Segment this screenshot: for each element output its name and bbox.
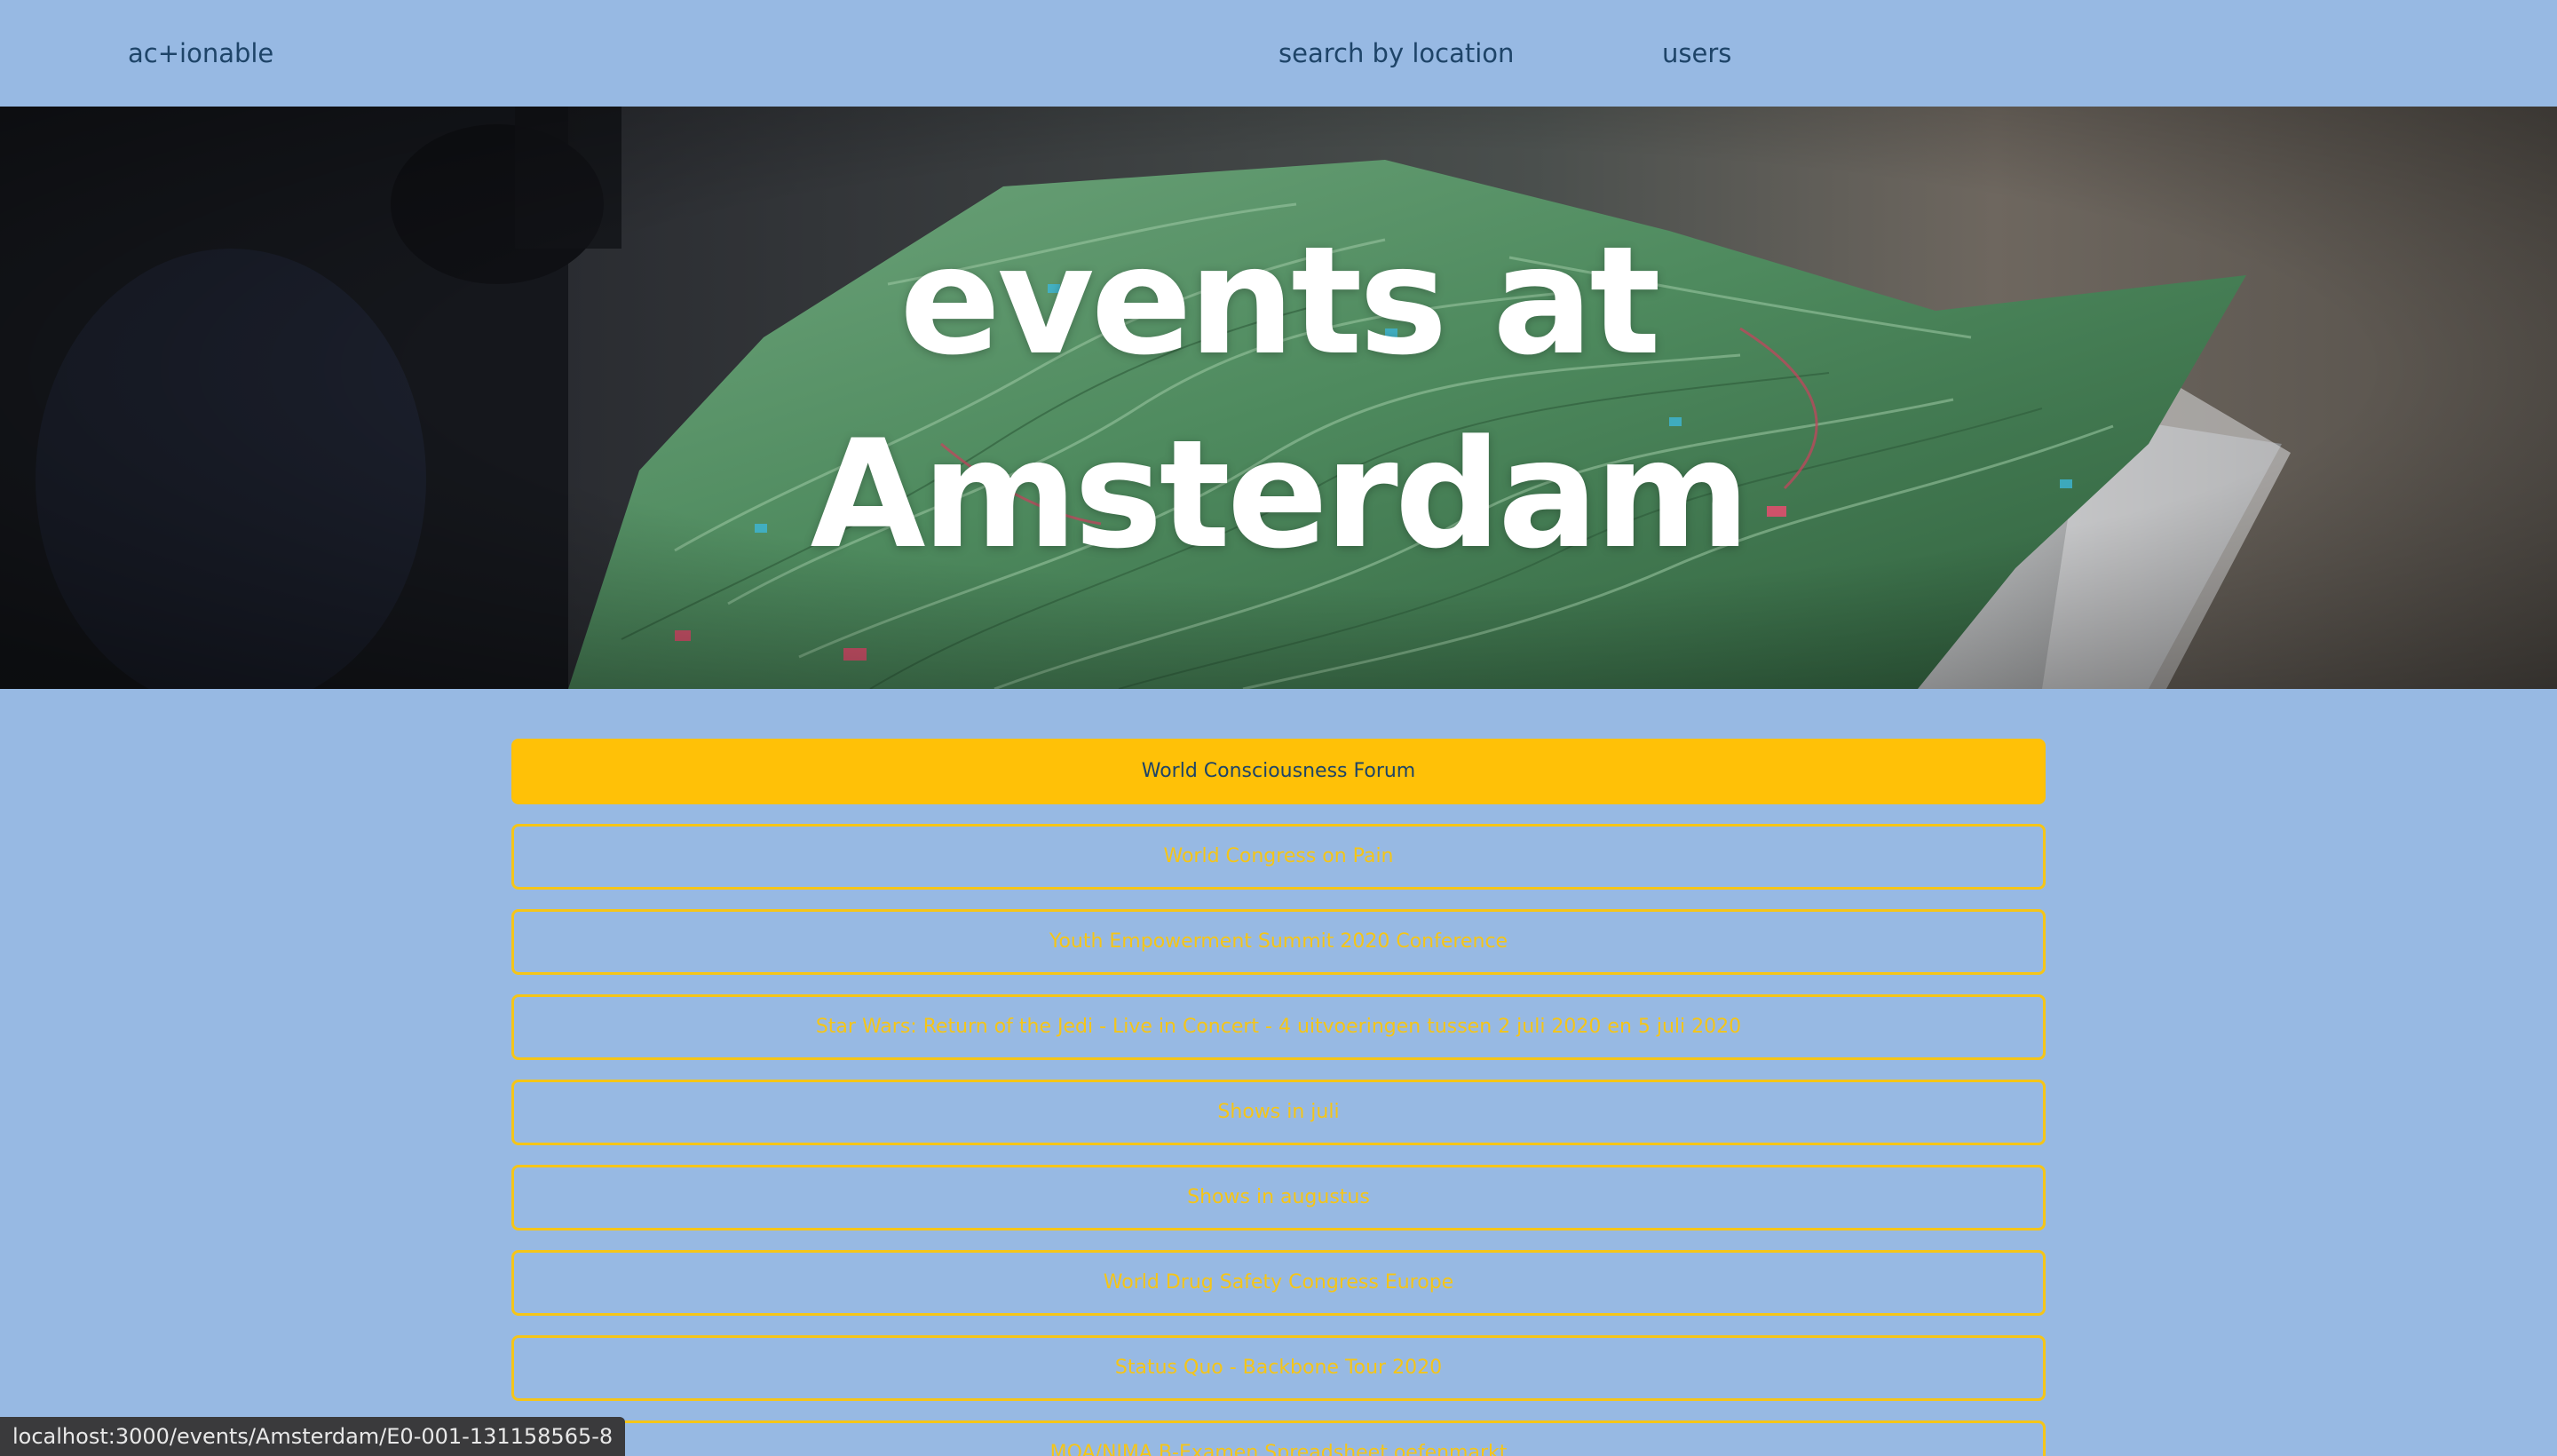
event-button[interactable]: Shows in augustus bbox=[511, 1165, 2046, 1230]
top-navbar: ac+ionable search by location users bbox=[0, 0, 2557, 107]
event-button[interactable]: World Drug Safety Congress Europe bbox=[511, 1250, 2046, 1316]
title-line-1: events at bbox=[899, 214, 1660, 388]
event-button[interactable]: MOA/NIMA B-Examen Spreadsheet oefenmarkt bbox=[511, 1420, 2046, 1456]
nav-search-by-location[interactable]: search by location bbox=[1278, 32, 1514, 75]
event-button[interactable]: World Congress on Pain bbox=[511, 824, 2046, 890]
title-line-2: Amsterdam bbox=[810, 408, 1751, 582]
nav-users[interactable]: users bbox=[1662, 32, 1731, 75]
events-list: World Consciousness Forum World Congress… bbox=[511, 739, 2046, 1456]
event-button[interactable]: Shows in juli bbox=[511, 1080, 2046, 1145]
event-button[interactable]: Status Quo - Backbone Tour 2020 bbox=[511, 1335, 2046, 1401]
event-button[interactable]: Star Wars: Return of the Jedi - Live in … bbox=[511, 994, 2046, 1060]
event-button[interactable]: World Consciousness Forum bbox=[511, 739, 2046, 804]
page-title: events at Amsterdam bbox=[0, 204, 2557, 591]
brand-link[interactable]: ac+ionable bbox=[128, 32, 273, 75]
event-button[interactable]: Youth Empowerment Summit 2020 Conference bbox=[511, 909, 2046, 975]
hero-banner: events at Amsterdam bbox=[0, 107, 2557, 689]
link-preview-statusbar: localhost:3000/events/Amsterdam/E0-001-1… bbox=[0, 1417, 626, 1456]
